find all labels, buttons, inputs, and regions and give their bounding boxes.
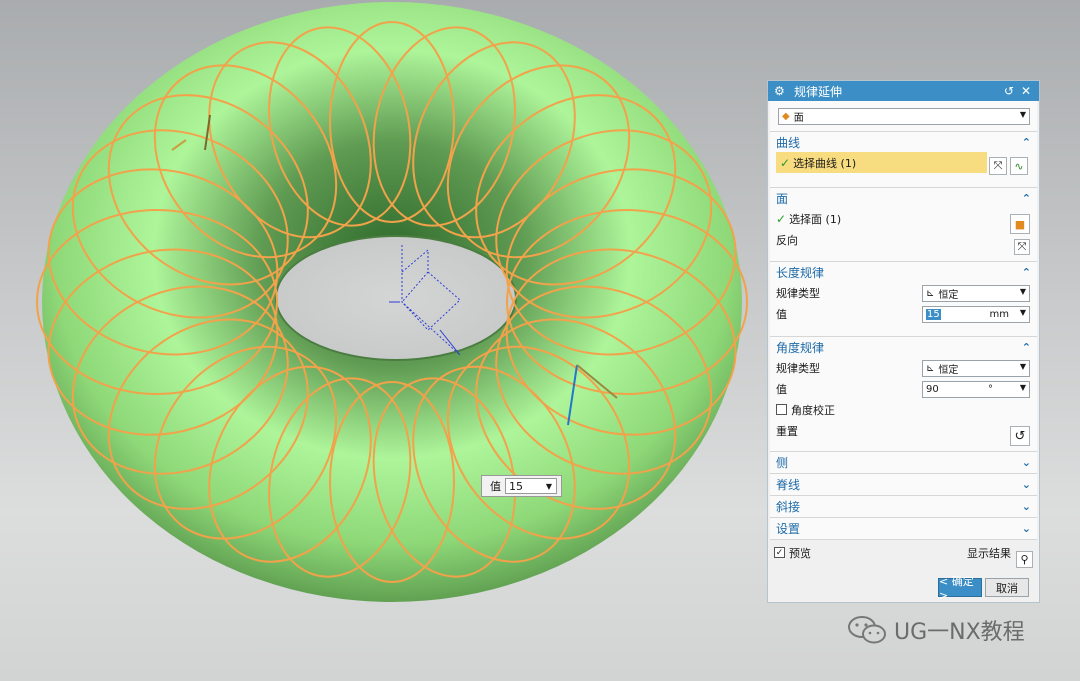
length-value-text: 15 bbox=[926, 309, 941, 320]
angle-unit: ° bbox=[988, 384, 993, 395]
chevron-down-icon[interactable]: ▼ bbox=[1020, 308, 1026, 317]
miter-section-title: 斜接 bbox=[776, 499, 801, 514]
ok-button-label: < 确定 > bbox=[939, 575, 974, 602]
face-section: 面 ⌃ ✓ 选择面 (1) ■ 反向 ⤧ bbox=[770, 188, 1037, 262]
type-section: ◆ 面 ▼ bbox=[770, 101, 1037, 132]
dialog-titlebar: ⚙ 规律延伸 ↺ ✕ bbox=[768, 81, 1039, 101]
reset-row: 重置 bbox=[770, 420, 1037, 441]
ok-button[interactable]: < 确定 > bbox=[938, 575, 982, 602]
search-icon[interactable]: ⚲ bbox=[1016, 551, 1033, 568]
select-face-row[interactable]: ✓ 选择面 (1) bbox=[770, 208, 1037, 229]
angle-value-text: 90 bbox=[926, 384, 939, 395]
length-value-input[interactable]: 15 mm ▼ bbox=[922, 306, 1030, 323]
curve-section: 曲线 ⌃ ✓ 选择曲线 (1) ⤧ ∿ bbox=[770, 132, 1037, 188]
reverse-direction-icon[interactable]: ⤧ bbox=[1014, 239, 1030, 255]
show-result-label: 显示结果 bbox=[967, 546, 1011, 560]
floating-value-input[interactable]: 值 15 ▼ bbox=[481, 475, 562, 497]
type-value: 面 bbox=[793, 113, 804, 124]
float-label: 值 bbox=[490, 480, 501, 493]
angle-correction-row[interactable]: 角度校正 bbox=[770, 399, 1037, 420]
curve-section-title: 曲线 bbox=[776, 135, 801, 150]
reset-icon[interactable]: ↺ bbox=[1010, 426, 1030, 446]
angle-correction-label: 角度校正 bbox=[791, 403, 835, 417]
type-dropdown[interactable]: ◆ 面 ▼ bbox=[778, 108, 1030, 125]
chevron-down-icon: ▼ bbox=[1019, 362, 1026, 371]
reset-label: 重置 bbox=[776, 424, 798, 438]
face-section-header[interactable]: 面 ⌃ bbox=[770, 188, 1037, 208]
length-unit: mm bbox=[989, 309, 1009, 320]
chevron-down-icon[interactable]: ▼ bbox=[546, 482, 552, 491]
settings-section-header[interactable]: 设置 ⌄ bbox=[770, 518, 1037, 538]
watermark-text: UG一NX教程 bbox=[894, 620, 1025, 645]
miter-section[interactable]: 斜接 ⌄ bbox=[770, 496, 1037, 518]
face-section-title: 面 bbox=[776, 191, 789, 206]
chevron-up-icon[interactable]: ⌃ bbox=[1022, 266, 1031, 279]
chevron-down-icon[interactable]: ⌄ bbox=[1022, 500, 1031, 513]
gear-icon[interactable]: ⚙ bbox=[774, 84, 788, 98]
float-value-text: 15 bbox=[509, 479, 523, 493]
chevron-up-icon[interactable]: ⌃ bbox=[1022, 192, 1031, 205]
reverse-label: 反向 bbox=[776, 233, 798, 247]
wechat-icon bbox=[848, 616, 886, 644]
length-law-type-dropdown[interactable]: ⊾ 恒定 ▼ bbox=[922, 285, 1030, 302]
law-graph-icon: ⊾ bbox=[926, 363, 935, 374]
close-icon[interactable]: ✕ bbox=[1019, 84, 1033, 98]
select-face-label: 选择面 (1) bbox=[789, 212, 842, 226]
dialog-title: 规律延伸 bbox=[794, 84, 843, 99]
face-type-icon: ◆ bbox=[782, 111, 790, 122]
preview-label: 预览 bbox=[789, 546, 811, 560]
length-law-section: 长度规律 ⌃ 规律类型 ⊾ 恒定 ▼ 值 15 mm ▼ bbox=[770, 262, 1037, 337]
length-law-title: 长度规律 bbox=[776, 265, 825, 280]
length-law-type-value: 恒定 bbox=[938, 290, 959, 301]
spine-section[interactable]: 脊线 ⌄ bbox=[770, 474, 1037, 496]
angle-law-type-dropdown[interactable]: ⊾ 恒定 ▼ bbox=[922, 360, 1030, 377]
cancel-button[interactable]: 取消 bbox=[985, 578, 1029, 597]
angle-value-input[interactable]: 90 ° ▼ bbox=[922, 381, 1030, 398]
angle-law-title: 角度规律 bbox=[776, 340, 825, 355]
chevron-down-icon[interactable]: ⌄ bbox=[1022, 522, 1031, 535]
curve-section-header[interactable]: 曲线 ⌃ bbox=[770, 132, 1037, 152]
checkmark-icon: ✓ bbox=[780, 155, 791, 170]
angle-law-header[interactable]: 角度规律 ⌃ bbox=[770, 337, 1037, 357]
cancel-button-label: 取消 bbox=[996, 581, 1018, 595]
checkmark-icon: ✓ bbox=[776, 211, 787, 226]
preview-checkbox[interactable]: ✓ bbox=[774, 547, 785, 558]
select-curve-label: 选择曲线 (1) bbox=[793, 156, 857, 170]
chevron-down-icon: ▼ bbox=[1019, 287, 1026, 296]
law-extension-dialog: ⚙ 规律延伸 ↺ ✕ ◆ 面 ▼ 曲线 ⌃ ✓ 选择曲线 (1) ⤧ ∿ 面 ⌃… bbox=[767, 80, 1040, 603]
length-law-header[interactable]: 长度规律 ⌃ bbox=[770, 262, 1037, 282]
chevron-down-icon: ▼ bbox=[1019, 110, 1026, 119]
angle-law-type-value: 恒定 bbox=[938, 365, 959, 376]
select-curve-row[interactable]: ✓ 选择曲线 (1) bbox=[776, 152, 987, 173]
side-section-title: 侧 bbox=[776, 455, 789, 470]
angle-law-section: 角度规律 ⌃ 规律类型 ⊾ 恒定 ▼ 值 90 ° ▼ 角度校正 重置 ↺ bbox=[770, 337, 1037, 452]
chevron-down-icon[interactable]: ⌄ bbox=[1022, 456, 1031, 469]
side-section-header[interactable]: 侧 ⌄ bbox=[770, 452, 1037, 472]
angle-correction-checkbox[interactable] bbox=[776, 404, 787, 415]
chevron-up-icon[interactable]: ⌃ bbox=[1022, 136, 1031, 149]
settings-section-title: 设置 bbox=[776, 521, 801, 536]
reset-dialog-icon[interactable]: ↺ bbox=[1002, 84, 1016, 98]
settings-section[interactable]: 设置 ⌄ bbox=[770, 518, 1037, 540]
spine-section-title: 脊线 bbox=[776, 477, 801, 492]
chevron-down-icon[interactable]: ▼ bbox=[1020, 383, 1026, 392]
law-graph-icon: ⊾ bbox=[926, 288, 935, 299]
side-section[interactable]: 侧 ⌄ bbox=[770, 452, 1037, 474]
reverse-curve-icon[interactable]: ⤧ bbox=[989, 157, 1007, 175]
curve-icon[interactable]: ∿ bbox=[1010, 157, 1028, 175]
float-value-field[interactable]: 15 ▼ bbox=[505, 478, 557, 494]
watermark: UG一NX教程 bbox=[846, 614, 1025, 646]
preview-row: ✓ 预览 显示结果 bbox=[768, 542, 1039, 563]
reverse-row: 反向 bbox=[770, 229, 1037, 250]
spine-section-header[interactable]: 脊线 ⌄ bbox=[770, 474, 1037, 494]
chevron-up-icon[interactable]: ⌃ bbox=[1022, 341, 1031, 354]
miter-section-header[interactable]: 斜接 ⌄ bbox=[770, 496, 1037, 516]
chevron-down-icon[interactable]: ⌄ bbox=[1022, 478, 1031, 491]
